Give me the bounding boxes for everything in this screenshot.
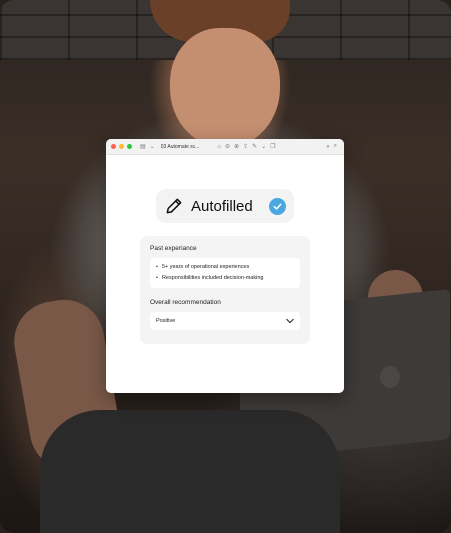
past-experience-label: Past experiance bbox=[150, 245, 197, 252]
list-item: • Responsibilities included decision-maki… bbox=[156, 273, 294, 284]
more-icon[interactable]: » bbox=[326, 144, 329, 150]
toolbar-group: ⌂ ⊖ ⊕ ⇪ ✎ ⌄ ❐ bbox=[215, 143, 277, 151]
recommendation-select[interactable]: Positive bbox=[150, 312, 300, 330]
tab-title[interactable]: 03 Automate sc... bbox=[161, 144, 200, 150]
copy-icon[interactable]: ❐ bbox=[270, 143, 275, 150]
pen-icon[interactable]: ✎ bbox=[252, 143, 257, 150]
sidebar-icon[interactable]: ▤ bbox=[140, 143, 146, 150]
home-icon[interactable]: ⌂ bbox=[217, 144, 221, 150]
list-item-text: Responsibilities included decision-makin… bbox=[161, 275, 264, 281]
recommendation-value: Positive bbox=[156, 318, 176, 324]
minimize-window-button[interactable] bbox=[119, 144, 124, 149]
share-icon[interactable]: ⇪ bbox=[243, 143, 248, 150]
chevron-down-icon[interactable]: ⌄ bbox=[261, 143, 266, 150]
list-item-text: 5+ years of operational experiences bbox=[161, 264, 250, 270]
recommendation-label: Overall recommendation bbox=[150, 299, 221, 306]
zoom-in-icon[interactable]: ⊕ bbox=[234, 143, 239, 150]
form-card: Past experiance • 5+ years of operational… bbox=[140, 236, 310, 344]
pencil-icon bbox=[166, 198, 182, 214]
zoom-out-icon[interactable]: ⊖ bbox=[225, 143, 230, 150]
person-face bbox=[170, 28, 280, 148]
chevron-down-icon[interactable]: ⌄ bbox=[150, 143, 155, 150]
person-legs bbox=[40, 410, 340, 533]
list-item: • 5+ years of operational experiences bbox=[156, 262, 294, 273]
past-experience-field[interactable]: • 5+ years of operational experiences • Re… bbox=[150, 258, 300, 288]
maximize-window-button[interactable] bbox=[127, 144, 132, 149]
search-icon[interactable]: ⌕ bbox=[334, 143, 337, 150]
autofilled-label: Autofilled bbox=[191, 197, 253, 215]
chevron-down-icon bbox=[286, 318, 294, 324]
browser-titlebar: ▤ ⌄ 03 Automate sc... ⌂ ⊖ ⊕ ⇪ ✎ ⌄ ❐ » ⌕ bbox=[106, 139, 344, 155]
close-window-button[interactable] bbox=[111, 144, 116, 149]
autofilled-badge: Autofilled bbox=[156, 189, 294, 223]
window-controls bbox=[111, 144, 132, 149]
laptop-logo bbox=[380, 366, 400, 388]
browser-window: ▤ ⌄ 03 Automate sc... ⌂ ⊖ ⊕ ⇪ ✎ ⌄ ❐ » ⌕ … bbox=[106, 139, 344, 393]
check-circle-icon bbox=[269, 197, 286, 215]
